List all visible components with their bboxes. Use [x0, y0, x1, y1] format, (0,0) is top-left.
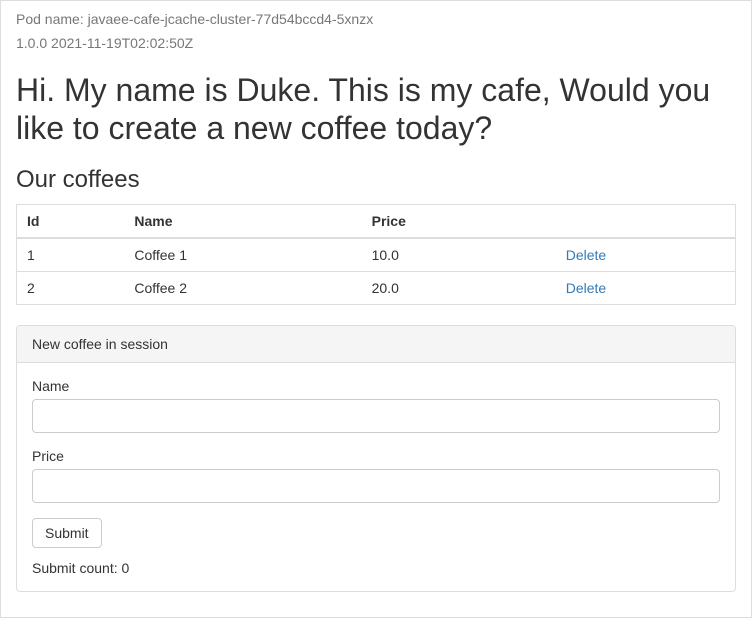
submit-button[interactable]: Submit [32, 518, 102, 548]
price-group: Price [32, 448, 720, 503]
name-label: Name [32, 378, 720, 394]
page-title: Hi. My name is Duke. This is my cafe, Wo… [16, 71, 736, 148]
table-row: 1 Coffee 1 10.0 Delete [17, 238, 736, 272]
version-label: 1.0.0 2021-11-19T02:02:50Z [16, 35, 736, 51]
delete-link[interactable]: Delete [566, 280, 606, 296]
panel-body: Name Price Submit Submit count: 0 [17, 363, 735, 591]
delete-link[interactable]: Delete [566, 247, 606, 263]
coffee-table: Id Name Price 1 Coffee 1 10.0 Delete 2 C… [16, 204, 736, 305]
cell-price: 10.0 [362, 238, 556, 272]
app-container: Pod name: javaee-cafe-jcache-cluster-77d… [0, 0, 752, 618]
price-input[interactable] [32, 469, 720, 503]
name-input[interactable] [32, 399, 720, 433]
cell-id: 2 [17, 271, 125, 304]
col-header-name: Name [124, 204, 361, 238]
panel-title: New coffee in session [17, 326, 735, 363]
table-row: 2 Coffee 2 20.0 Delete [17, 271, 736, 304]
cell-id: 1 [17, 238, 125, 272]
new-coffee-panel: New coffee in session Name Price Submit … [16, 325, 736, 592]
cell-name: Coffee 1 [124, 238, 361, 272]
cell-price: 20.0 [362, 271, 556, 304]
col-header-actions [556, 204, 736, 238]
submit-count-label: Submit count: 0 [32, 560, 720, 576]
section-title: Our coffees [16, 166, 736, 194]
col-header-id: Id [17, 204, 125, 238]
name-group: Name [32, 378, 720, 433]
table-header-row: Id Name Price [17, 204, 736, 238]
cell-name: Coffee 2 [124, 271, 361, 304]
col-header-price: Price [362, 204, 556, 238]
pod-name-label: Pod name: javaee-cafe-jcache-cluster-77d… [16, 11, 736, 27]
price-label: Price [32, 448, 720, 464]
